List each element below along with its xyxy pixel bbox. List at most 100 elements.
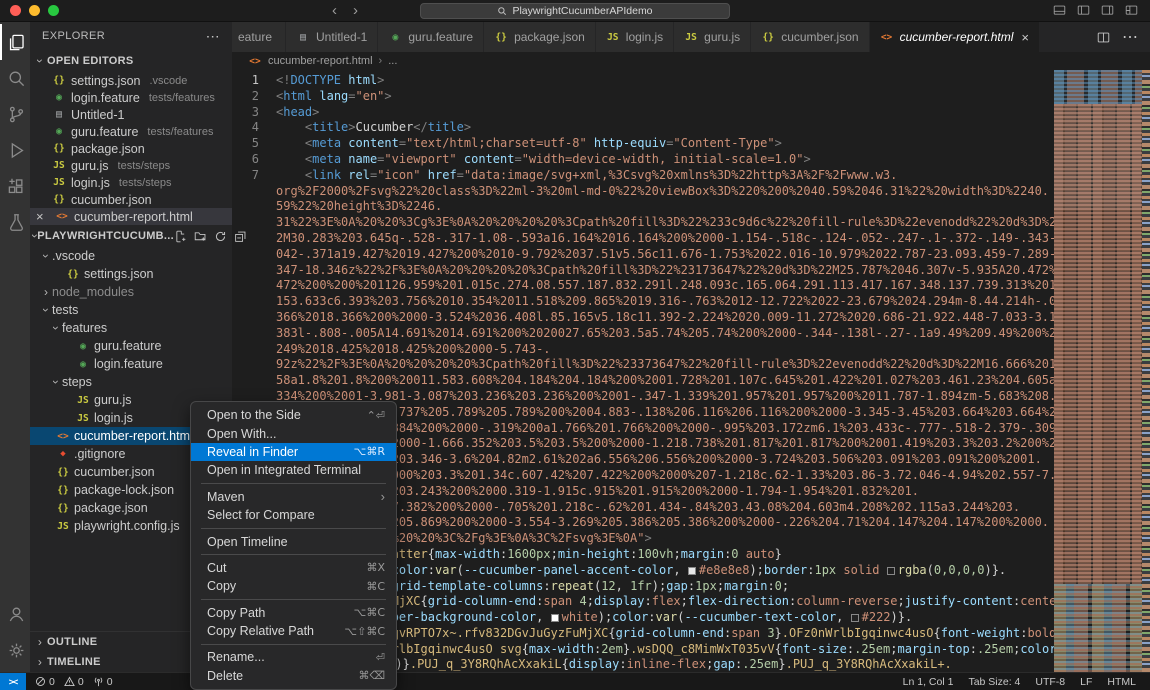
menu-item-label: Open to the Side xyxy=(207,408,301,422)
file-label: guru.feature xyxy=(71,125,138,139)
toggle-sidebar-icon[interactable] xyxy=(1077,4,1090,17)
history-back-icon[interactable]: ‹ xyxy=(332,0,337,21)
new-file-icon[interactable] xyxy=(174,230,187,243)
problems-warnings[interactable]: 0 xyxy=(64,676,84,688)
tab-cucumber-json[interactable]: {}cucumber.json xyxy=(751,22,869,52)
extensions-icon xyxy=(7,177,26,196)
tree-item-features[interactable]: ›features xyxy=(30,319,232,337)
tree-item-tests[interactable]: ›tests xyxy=(30,301,232,319)
tree-item-vscode[interactable]: ›.vscode xyxy=(30,247,232,265)
tree-item-login-feature[interactable]: ◉login.feature xyxy=(30,355,232,373)
toggle-secondary-sidebar-icon[interactable] xyxy=(1101,4,1114,17)
language-mode[interactable]: HTML xyxy=(1107,676,1136,688)
tab-cucumber-report-html[interactable]: <>cucumber-report.html× xyxy=(870,22,1040,52)
project-section-header[interactable]: › PLAYWRIGHTCUCUMB... xyxy=(30,225,232,247)
menu-item-label: Copy Relative Path xyxy=(207,624,314,638)
menu-separator xyxy=(201,528,386,529)
close-window-button[interactable] xyxy=(10,5,21,16)
open-editor-login-feature[interactable]: ◉login.featuretests/features xyxy=(30,89,232,106)
open-editor-login-js[interactable]: JSlogin.jstests/steps xyxy=(30,174,232,191)
tab-login-js[interactable]: JSlogin.js xyxy=(596,22,674,52)
new-folder-icon[interactable] xyxy=(194,230,207,243)
breadcrumb[interactable]: <> cucumber-report.html › ... xyxy=(232,52,1150,70)
open-editor-cucumber-report-html[interactable]: ×<>cucumber-report.html xyxy=(30,208,232,225)
open-editors-header[interactable]: › OPEN EDITORS xyxy=(30,50,232,72)
line-number xyxy=(232,357,276,373)
open-editor-cucumber-json[interactable]: {}cucumber.json xyxy=(30,191,232,208)
customize-layout-icon[interactable] xyxy=(1125,4,1138,17)
file-label: guru.js xyxy=(71,159,109,173)
encoding[interactable]: UTF-8 xyxy=(1035,676,1065,688)
activity-settings[interactable] xyxy=(0,632,30,668)
editor-more-actions-icon[interactable]: ⋯ xyxy=(1122,27,1138,47)
menu-item-cut[interactable]: Cut⌘X xyxy=(191,559,396,577)
menu-item-copy[interactable]: Copy⌘C xyxy=(191,577,396,595)
activity-testing[interactable] xyxy=(0,204,30,240)
activity-source-control[interactable] xyxy=(0,96,30,132)
remote-indicator[interactable]: >< xyxy=(0,673,26,690)
menu-item-rename[interactable]: Rename...⏎ xyxy=(191,648,396,666)
menu-item-select-for-compare[interactable]: Select for Compare xyxy=(191,506,396,524)
menu-shortcut: ⌘C xyxy=(366,580,385,593)
refresh-icon[interactable] xyxy=(214,230,227,243)
menu-item-open-timeline[interactable]: Open Timeline xyxy=(191,532,396,550)
minimap[interactable] xyxy=(1054,70,1150,672)
close-icon[interactable]: × xyxy=(36,211,48,223)
menu-item-maven[interactable]: Maven› xyxy=(191,488,396,506)
menu-shortcut: ⌥⌘C xyxy=(354,606,385,619)
open-editor-guru-js[interactable]: JSguru.jstests/steps xyxy=(30,157,232,174)
code-line: 249%2018.425%2018.425%200%2000-5.743-. xyxy=(232,342,1054,358)
activity-extensions[interactable] xyxy=(0,168,30,204)
activity-explorer[interactable] xyxy=(0,24,30,60)
cursor-position[interactable]: Ln 1, Col 1 xyxy=(903,676,954,688)
tree-item-node-modules[interactable]: ›node_modules xyxy=(30,283,232,301)
activity-accounts[interactable] xyxy=(0,596,30,632)
json-file-icon: {} xyxy=(52,194,66,205)
activity-run-debug[interactable] xyxy=(0,132,30,168)
tab-guru-js[interactable]: JSguru.js xyxy=(674,22,751,52)
toggle-panel-icon[interactable] xyxy=(1053,4,1066,17)
open-editor-untitled-1[interactable]: ▤Untitled-1 xyxy=(30,106,232,123)
tree-item-steps[interactable]: ›steps xyxy=(30,373,232,391)
open-editor-settings-json[interactable]: {}settings.json.vscode xyxy=(30,72,232,89)
menu-item-label: Rename... xyxy=(207,650,265,664)
eol-sequence[interactable]: LF xyxy=(1080,676,1092,688)
history-forward-icon[interactable]: › xyxy=(353,0,358,21)
menu-item-open-to-the-side[interactable]: Open to the Side ⌃⏎ xyxy=(191,406,396,424)
menu-separator xyxy=(201,599,386,600)
tab-untitled-1[interactable]: ▤Untitled-1 xyxy=(286,22,378,52)
problems-errors[interactable]: 0 xyxy=(35,676,55,688)
tab-guru-feature[interactable]: ◉guru.feature xyxy=(378,22,484,52)
minimap-slider[interactable] xyxy=(1054,70,1142,210)
zoom-window-button[interactable] xyxy=(48,5,59,16)
open-editor-guru-feature[interactable]: ◉guru.featuretests/features xyxy=(30,123,232,140)
tab-eature[interactable]: eature xyxy=(232,22,286,52)
indentation[interactable]: Tab Size: 4 xyxy=(968,676,1020,688)
explorer-more-actions-icon[interactable]: ⋯ xyxy=(206,28,220,45)
menu-item-open-in-integrated-terminal[interactable]: Open in Integrated Terminal xyxy=(191,461,396,479)
menu-item-open-with[interactable]: Open With... xyxy=(191,424,396,442)
account-icon xyxy=(7,605,26,624)
html-file-icon: <> xyxy=(248,56,262,67)
chevron-right-icon: › xyxy=(379,55,383,67)
tree-item-guru-feature[interactable]: ◉guru.feature xyxy=(30,337,232,355)
tab-package-json[interactable]: {}package.json xyxy=(484,22,596,52)
ports-status[interactable]: 0 xyxy=(93,676,113,688)
activity-bar-bottom xyxy=(0,596,30,672)
menu-item-delete[interactable]: Delete⌘⌫ xyxy=(191,667,396,685)
menu-item-copy-path[interactable]: Copy Path⌥⌘C xyxy=(191,604,396,622)
menu-item-copy-relative-path[interactable]: Copy Relative Path⌥⇧⌘C xyxy=(191,622,396,640)
js-file-icon: JS xyxy=(52,160,66,171)
close-icon[interactable]: × xyxy=(1021,30,1029,45)
json-file-icon: {} xyxy=(56,503,70,514)
menu-shortcut: ⌃⏎ xyxy=(367,409,385,422)
tab-label: cucumber-report.html xyxy=(900,30,1014,44)
minimize-window-button[interactable] xyxy=(29,5,40,16)
activity-search[interactable] xyxy=(0,60,30,96)
menu-item-reveal-in-finder[interactable]: Reveal in Finder⌥⌘R xyxy=(191,443,396,461)
split-editor-icon[interactable] xyxy=(1097,31,1110,44)
open-editor-package-json[interactable]: {}package.json xyxy=(30,140,232,157)
tree-item-settings-json[interactable]: {}settings.json xyxy=(30,265,232,283)
command-center-search[interactable]: PlaywrightCucumberAPIdemo xyxy=(420,3,730,19)
tab-label: eature xyxy=(238,30,272,44)
